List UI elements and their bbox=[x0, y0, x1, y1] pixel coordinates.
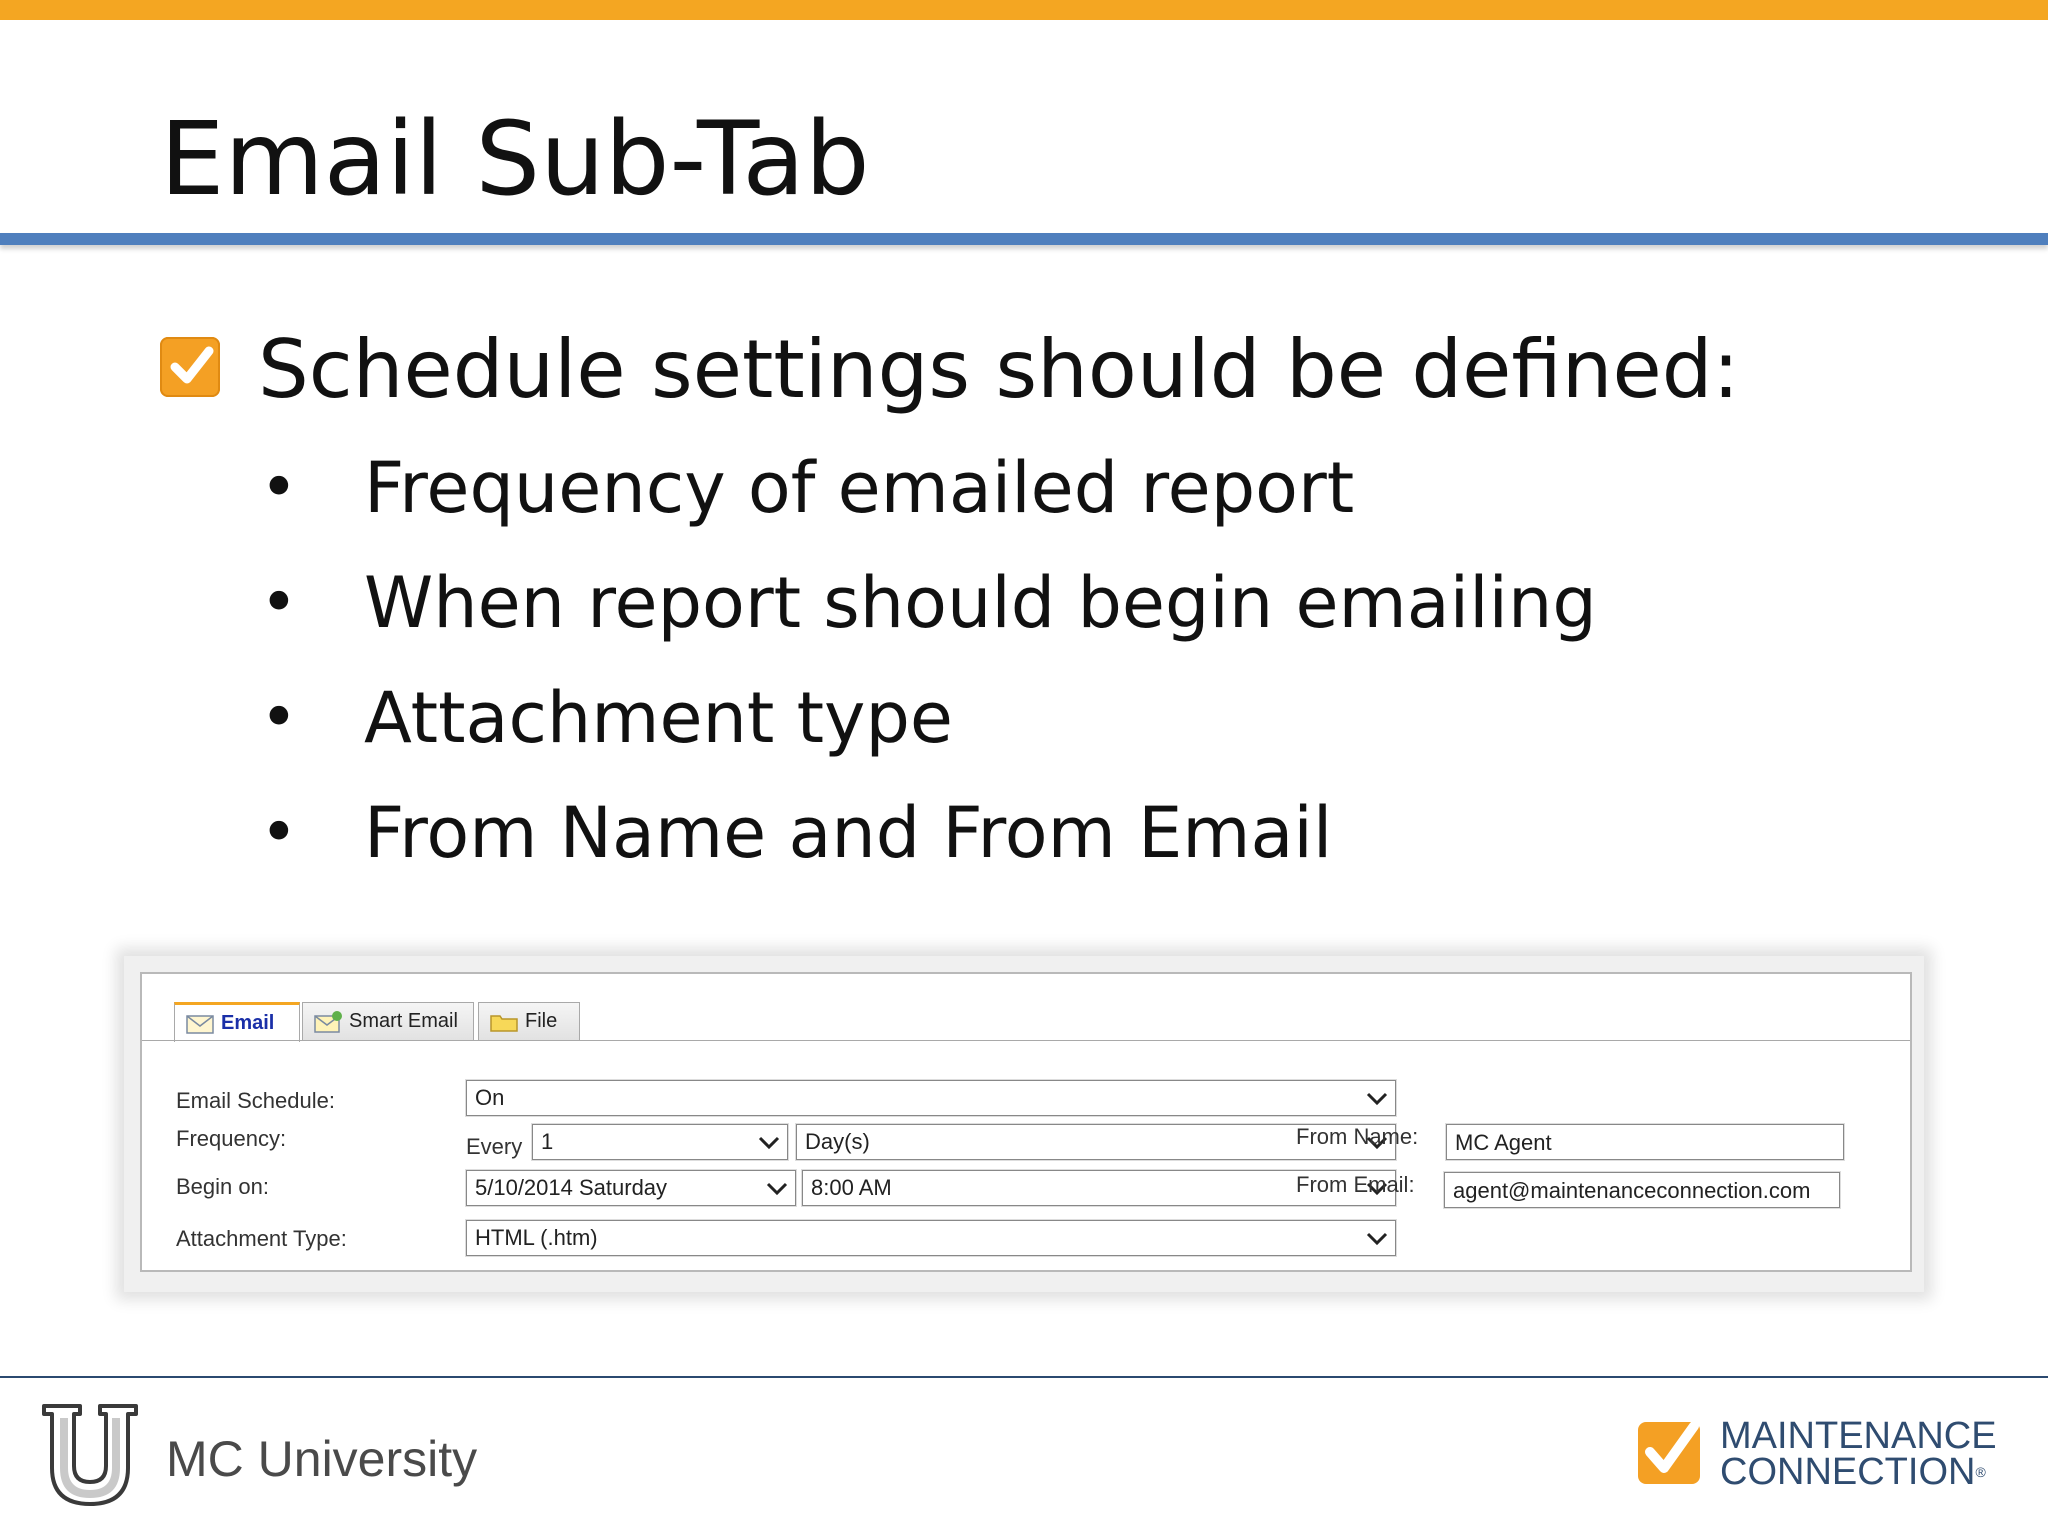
bullet-text: Attachment type bbox=[364, 677, 953, 759]
from-email-input[interactable]: agent@maintenanceconnection.com bbox=[1444, 1172, 1840, 1208]
university-logo-icon bbox=[42, 1404, 138, 1506]
tab-label: File bbox=[525, 1010, 558, 1032]
frequency-label: Frequency: bbox=[176, 1126, 287, 1151]
begin-on-label: Begin on: bbox=[176, 1174, 269, 1199]
folder-icon bbox=[490, 1014, 518, 1032]
attachment-type-label: Attachment Type: bbox=[176, 1226, 347, 1251]
bullet-text: Frequency of emailed report bbox=[364, 447, 1355, 529]
select-value: 5/10/2014 Saturday bbox=[475, 1175, 668, 1200]
select-value: HTML (.htm) bbox=[475, 1225, 598, 1250]
checkbox-icon bbox=[160, 337, 220, 397]
title-divider bbox=[0, 233, 2048, 245]
from-name-label: From Name: bbox=[1296, 1124, 1419, 1149]
chevron-down-icon bbox=[1366, 1092, 1388, 1106]
footer-divider bbox=[0, 1376, 2048, 1378]
bullet-icon: • bbox=[260, 796, 298, 870]
brand-wordmark: MAINTENANCE CONNECTION® bbox=[1720, 1415, 1997, 1493]
slide-title: Email Sub-Tab bbox=[160, 100, 870, 219]
every-label: Every bbox=[466, 1134, 523, 1159]
university-name: MC University bbox=[166, 1431, 478, 1487]
email-schedule-label: Email Schedule: bbox=[176, 1088, 335, 1113]
trademark-symbol: ® bbox=[1975, 1464, 1986, 1480]
input-value: agent@maintenanceconnection.com bbox=[1453, 1178, 1811, 1203]
tab-label: Smart Email bbox=[349, 1010, 458, 1032]
envelope-icon bbox=[186, 1014, 214, 1034]
frequency-count-select[interactable]: 1 bbox=[532, 1124, 788, 1160]
maintenance-connection-logo-icon bbox=[1638, 1421, 1700, 1484]
from-name-input[interactable]: MC Agent bbox=[1446, 1124, 1844, 1160]
bullet-text: When report should begin emailing bbox=[364, 562, 1597, 644]
select-value: 1 bbox=[541, 1129, 554, 1154]
main-point-text: Schedule settings should be defined: bbox=[258, 323, 1740, 416]
top-accent-bar bbox=[0, 0, 2048, 20]
select-value: Day(s) bbox=[805, 1129, 870, 1154]
bullet-icon: • bbox=[260, 566, 298, 640]
brand-line-2: CONNECTION bbox=[1720, 1451, 1976, 1493]
chevron-down-icon bbox=[1366, 1232, 1388, 1246]
bullet-text: From Name and From Email bbox=[364, 792, 1333, 874]
bullet-icon: • bbox=[260, 451, 298, 525]
tab-smart-email[interactable]: Smart Email bbox=[302, 1002, 474, 1040]
attachment-type-select[interactable]: HTML (.htm) bbox=[466, 1220, 1396, 1256]
smart-email-icon bbox=[314, 1010, 342, 1033]
brand-line-1: MAINTENANCE bbox=[1720, 1415, 1997, 1457]
chevron-down-icon bbox=[766, 1182, 788, 1196]
from-email-label: From Email: bbox=[1296, 1172, 1415, 1197]
select-value: 8:00 AM bbox=[811, 1175, 892, 1200]
tab-strip-line bbox=[142, 1040, 1910, 1041]
brand-line-2-wrap: CONNECTION® bbox=[1720, 1451, 1997, 1493]
email-settings-panel: Email Smart Email File Email Schedule: F… bbox=[140, 972, 1912, 1272]
chevron-down-icon bbox=[758, 1136, 780, 1150]
bullet-icon: • bbox=[260, 681, 298, 755]
select-value: On bbox=[475, 1085, 505, 1110]
tab-email[interactable]: Email bbox=[174, 1002, 300, 1042]
input-value: MC Agent bbox=[1455, 1130, 1552, 1155]
email-schedule-select[interactable]: On bbox=[466, 1080, 1396, 1116]
tab-label: Email bbox=[221, 1012, 275, 1034]
begin-date-select[interactable]: 5/10/2014 Saturday bbox=[466, 1170, 796, 1206]
tab-file[interactable]: File bbox=[478, 1002, 580, 1040]
